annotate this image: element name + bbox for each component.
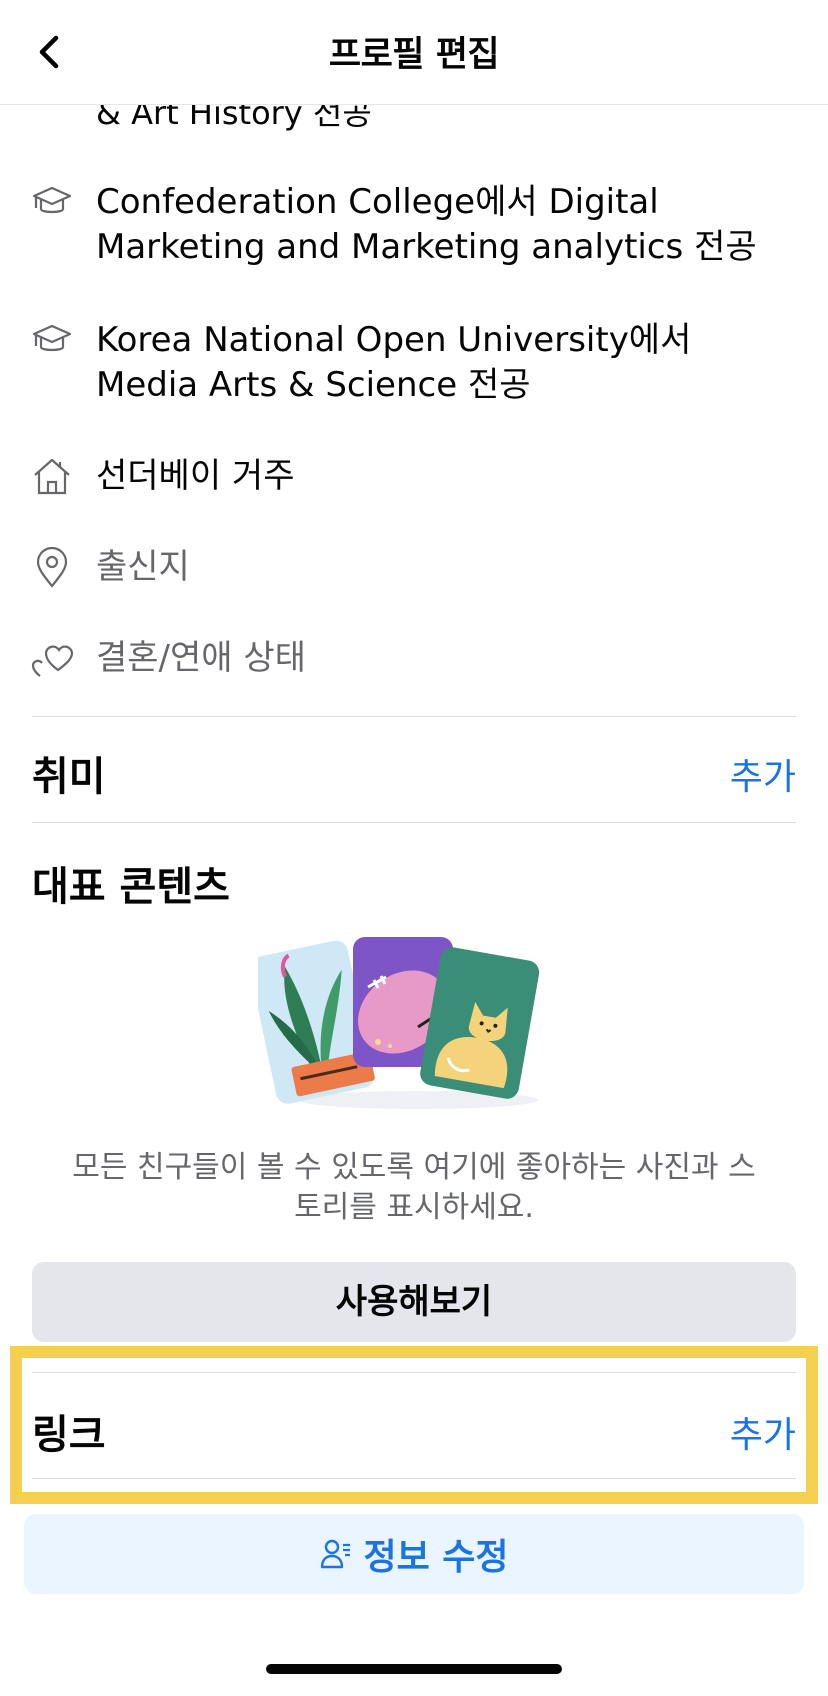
heart-icon <box>31 645 74 677</box>
divider <box>32 822 796 823</box>
highlight-annotation <box>10 1346 818 1504</box>
relationship-text: 결혼/연애 상태 <box>96 638 306 678</box>
current-city-item[interactable]: 선더베이 거주 <box>0 454 828 504</box>
hometown-item[interactable]: 출신지 <box>0 545 828 595</box>
featured-description: 모든 친구들이 볼 수 있도록 여기에 좋아하는 사진과 스 토리를 표시하세요… <box>50 1148 778 1228</box>
featured-illustration <box>258 937 540 1109</box>
current-city-text: 선더베이 거주 <box>96 456 295 496</box>
education-text: Confederation College에서 Digital Marketin… <box>96 180 788 270</box>
education-item[interactable]: Korea National Open University에서 Media A… <box>0 318 828 408</box>
house-icon <box>34 458 70 495</box>
education-line-1: Korea National Open University에서 <box>96 320 692 360</box>
relationship-item[interactable]: 결혼/연애 상태 <box>0 636 828 686</box>
divider <box>32 716 796 717</box>
graduation-cap-icon <box>32 186 72 214</box>
person-edit-icon <box>321 1539 351 1569</box>
featured-description-line-2: 토리를 표시하세요. <box>294 1190 534 1225</box>
education-line-2: Marketing and Marketing analytics 전공 <box>96 227 757 267</box>
education-line-1: Confederation College에서 Digital <box>96 182 659 222</box>
hobbies-add-link[interactable]: 추가 <box>730 748 796 800</box>
hometown-text: 출신지 <box>96 547 190 587</box>
links-title: 링크 <box>32 1412 106 1458</box>
graduation-cap-icon <box>32 324 72 352</box>
header-bar: 프로필 편집 <box>0 0 828 105</box>
education-line-2: Media Arts & Science 전공 <box>96 365 531 405</box>
featured-title: 대표 콘텐츠 <box>32 864 230 910</box>
links-add-link[interactable]: 추가 <box>730 1406 796 1458</box>
location-pin-icon <box>36 546 68 588</box>
home-indicator <box>266 1664 562 1674</box>
edit-info-button[interactable]: 정보 수정 <box>24 1514 804 1594</box>
hobbies-title: 취미 <box>32 754 106 800</box>
try-it-button[interactable]: 사용해보기 <box>32 1262 796 1342</box>
education-text: Korea National Open University에서 Media A… <box>96 318 788 408</box>
divider <box>32 1478 796 1479</box>
page-title: 프로필 편집 <box>328 35 500 75</box>
education-item[interactable]: Confederation College에서 Digital Marketin… <box>0 180 828 270</box>
divider <box>32 1372 796 1373</box>
featured-description-line-1: 모든 친구들이 볼 수 있도록 여기에 좋아하는 사진과 스 <box>72 1150 756 1185</box>
edit-info-label: 정보 수정 <box>363 1537 509 1578</box>
profile-edit-content: & Art History 전공 Confederation College에서… <box>0 0 828 1696</box>
